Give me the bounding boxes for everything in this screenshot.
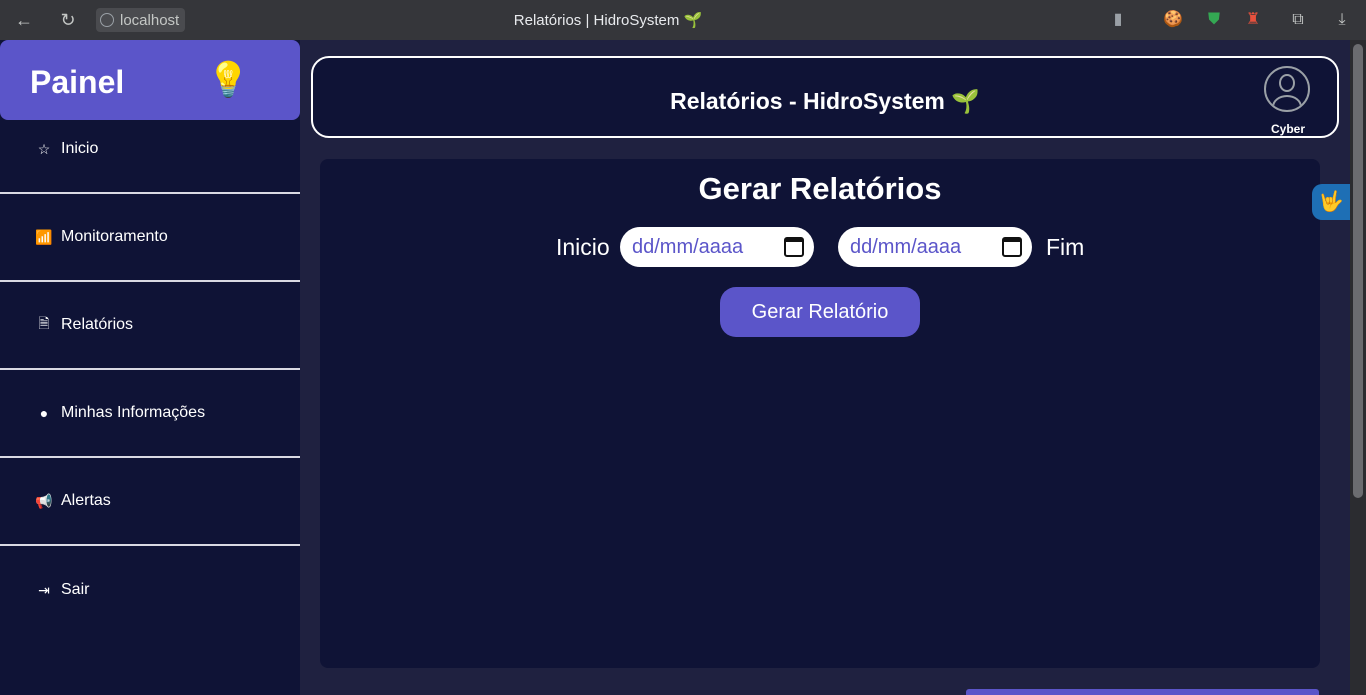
- document-icon: 🗎: [38, 315, 50, 331]
- sidebar-item-relatorios[interactable]: 🗎 Relatórios: [0, 282, 300, 370]
- generate-report-button[interactable]: Gerar Relatório: [720, 287, 920, 337]
- sidebar-item-monitoramento[interactable]: 📶 Monitoramento: [0, 194, 300, 282]
- lightbulb-icon: 💡: [207, 61, 250, 99]
- start-date-placeholder: dd/mm/aaaa: [632, 235, 744, 258]
- end-date-input[interactable]: dd/mm/aaaa: [838, 227, 1032, 267]
- sidebar-item-alertas[interactable]: 📢 Alertas: [0, 458, 300, 546]
- download-icon[interactable]: ⤓: [1332, 10, 1352, 30]
- sign-out-icon: ⇥: [38, 581, 50, 598]
- scrollbar[interactable]: [1350, 40, 1366, 695]
- sidebar: Painel 💡 ☆ Inicio 📶 Monitoramento 🗎 Rela…: [0, 40, 300, 695]
- tab-title: Relatórios | HidroSystem 🌱: [513, 12, 703, 29]
- report-panel: Gerar Relatórios Inicio dd/mm/aaaa dd/mm…: [320, 159, 1320, 668]
- extensions-icon[interactable]: ⧉: [1288, 10, 1308, 30]
- end-date-placeholder: dd/mm/aaaa: [850, 235, 962, 258]
- sidebar-item-label: Alertas: [61, 492, 111, 509]
- accessibility-widget-icon[interactable]: 🤟: [1312, 184, 1350, 220]
- brand-title: Painel: [30, 64, 125, 100]
- sidebar-item-label: Monitoramento: [61, 228, 168, 245]
- sidebar-item-sair[interactable]: ⇥ Sair: [0, 546, 300, 634]
- sidebar-item-label: Inicio: [61, 140, 99, 157]
- end-date-label: Fim: [1046, 234, 1085, 260]
- calendar-icon[interactable]: [1002, 237, 1022, 257]
- scrollbar-thumb[interactable]: [1353, 44, 1363, 498]
- avatar-icon[interactable]: [1264, 66, 1310, 112]
- start-date-label: Inicio: [556, 234, 610, 260]
- sidebar-item-label: Minhas Informações: [61, 404, 206, 421]
- cookie-extension-icon[interactable]: 🍪: [1163, 10, 1183, 30]
- panel-title: Gerar Relatórios: [698, 171, 942, 206]
- sidebar-item-inicio[interactable]: ☆ Inicio: [0, 106, 300, 194]
- lighthouse-extension-icon[interactable]: ♜: [1243, 10, 1263, 30]
- star-icon: ☆: [37, 140, 51, 157]
- bookmark-icon[interactable]: ▮: [1108, 10, 1128, 30]
- sidebar-item-label: Sair: [61, 581, 90, 598]
- megaphone-icon: 📢: [35, 492, 53, 509]
- wifi-icon: 📶: [35, 228, 53, 245]
- sidebar-item-minhas-informacoes[interactable]: ● Minhas Informações: [0, 370, 300, 458]
- sidebar-item-label: Relatórios: [61, 316, 134, 333]
- footer-bar: [966, 689, 1319, 695]
- page-title: Relatórios - HidroSystem 🌱: [670, 88, 980, 114]
- user-circle-icon: ●: [39, 405, 49, 421]
- page-header: Relatórios - HidroSystem 🌱 Cyber: [311, 56, 1339, 138]
- page: Painel 💡 ☆ Inicio 📶 Monitoramento 🗎 Rela…: [0, 40, 1350, 695]
- calendar-icon[interactable]: [784, 237, 804, 257]
- shield-extension-icon[interactable]: ⛊: [1204, 10, 1224, 30]
- start-date-input[interactable]: dd/mm/aaaa: [620, 227, 814, 267]
- user-name: Cyber: [1270, 122, 1305, 136]
- browser-toolbar: ← ↻ localhost Relatórios | HidroSystem 🌱…: [0, 0, 1366, 40]
